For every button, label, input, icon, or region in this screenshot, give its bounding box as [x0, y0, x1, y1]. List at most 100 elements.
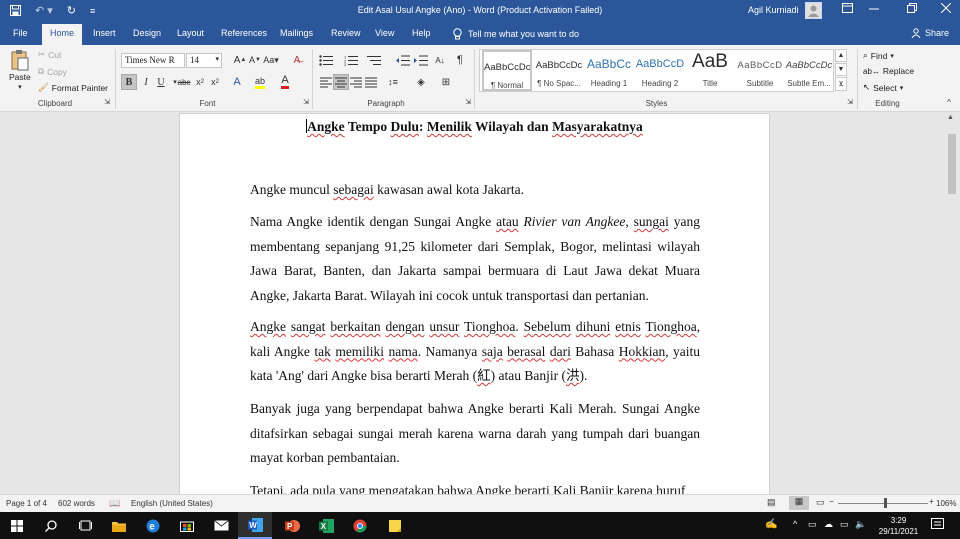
format-painter-button[interactable]: 🖌 Format Painter — [38, 82, 108, 93]
tab-view[interactable]: View — [375, 28, 394, 38]
notifications-icon[interactable] — [931, 518, 944, 533]
tab-design[interactable]: Design — [133, 28, 161, 38]
line-spacing-icon[interactable]: ↕≡ — [385, 74, 401, 90]
scrollbar-thumb[interactable] — [948, 134, 956, 194]
shrink-font-icon[interactable]: A ▼ — [247, 52, 263, 68]
replace-button[interactable]: ab↔ Replace — [863, 66, 914, 76]
subscript-button[interactable]: x2 — [192, 74, 208, 90]
paragraph-5[interactable]: Tetapi, ada pula yang mengatakan bahwa A… — [250, 479, 700, 494]
web-layout-icon[interactable]: ▭ — [816, 497, 825, 508]
paste-button[interactable]: Paste ▾ — [9, 49, 31, 91]
tab-mailings[interactable]: Mailings — [280, 28, 313, 38]
pilcrow-icon[interactable]: ¶ — [452, 52, 468, 68]
font-size-select[interactable]: 14 ▾ — [186, 53, 222, 68]
ribbon-display-options-icon[interactable] — [837, 3, 857, 19]
highlight-icon[interactable]: ab — [252, 74, 268, 90]
mail-icon[interactable] — [204, 512, 238, 539]
numbering-icon[interactable]: 123 — [343, 52, 359, 68]
document-page[interactable]: Angke Tempo Dulu: Menilik Wilayah dan Ma… — [179, 113, 770, 494]
word-count[interactable]: 602 words — [58, 499, 95, 508]
language[interactable]: English (United States) — [131, 499, 213, 508]
page-count[interactable]: Page 1 of 4 — [6, 499, 47, 508]
font-launcher-icon[interactable]: ⇲ — [301, 97, 311, 107]
paragraph-launcher-icon[interactable]: ⇲ — [463, 97, 473, 107]
change-case-icon[interactable]: Aa▾ — [263, 52, 279, 68]
strikethrough-button[interactable]: abc — [176, 74, 192, 90]
read-mode-icon[interactable]: ▤ — [767, 497, 776, 508]
vertical-scrollbar[interactable]: ▲ — [943, 112, 960, 494]
style-no-spacing[interactable]: AaBbCcDc ¶ No Spac... — [534, 50, 584, 91]
tell-me-box[interactable]: Tell me what you want to do — [453, 28, 579, 40]
user-name[interactable]: Agil Kurniadi — [748, 5, 799, 15]
styles-scroll-down-icon[interactable]: ▼ — [835, 63, 847, 76]
word-taskbar-icon[interactable]: W — [238, 512, 272, 539]
sort-icon[interactable]: A↓ — [432, 52, 448, 68]
file-explorer-icon[interactable] — [102, 512, 136, 539]
collapse-ribbon-icon[interactable]: ^ — [944, 97, 954, 107]
paragraph-4[interactable]: Banyak juga yang berpendapat bahwa Angke… — [250, 397, 700, 471]
store-icon[interactable] — [170, 512, 204, 539]
align-left-icon[interactable] — [318, 74, 334, 90]
style-heading-2[interactable]: AaBbCcD Heading 2 — [635, 50, 685, 91]
align-right-icon[interactable] — [348, 74, 364, 90]
task-view-icon[interactable] — [68, 512, 102, 539]
italic-button[interactable]: I — [138, 74, 154, 90]
powerpoint-icon[interactable]: P — [275, 512, 309, 539]
network-icon[interactable]: ▭ — [840, 519, 849, 530]
justify-icon[interactable] — [363, 74, 379, 90]
pen-icon[interactable]: ✍ — [765, 519, 777, 530]
tab-layout[interactable]: Layout — [177, 28, 204, 38]
onedrive-cloud-icon[interactable]: ☁ — [824, 519, 833, 530]
tab-home[interactable]: Home — [42, 24, 83, 45]
cut-button[interactable]: ✂ Cut — [38, 49, 61, 60]
zoom-slider-thumb[interactable] — [884, 498, 887, 508]
avatar[interactable] — [805, 2, 822, 19]
windows-start-icon[interactable] — [0, 512, 34, 539]
tab-review[interactable]: Review — [331, 28, 361, 38]
grow-font-icon[interactable]: A ▲ — [232, 52, 248, 68]
zoom-slider[interactable] — [838, 503, 928, 504]
tab-file[interactable]: File — [13, 28, 28, 38]
style-normal[interactable]: AaBbCcDc ¶ Normal — [482, 50, 532, 91]
text-effects-icon[interactable]: A — [229, 74, 245, 90]
styles-more-icon[interactable]: ⊻ — [835, 77, 847, 91]
font-color-icon[interactable]: A — [277, 74, 293, 90]
decrease-indent-icon[interactable] — [395, 52, 411, 68]
share-button[interactable]: Share — [911, 28, 949, 38]
styles-launcher-icon[interactable]: ⇲ — [845, 97, 855, 107]
style-heading-1[interactable]: AaBbCc Heading 1 — [584, 50, 634, 91]
search-icon[interactable] — [34, 512, 68, 539]
superscript-button[interactable]: x2 — [207, 74, 223, 90]
copy-button[interactable]: ⧉ Copy — [38, 66, 67, 77]
select-button[interactable]: ↖ Select ▾ — [863, 82, 903, 93]
multilevel-list-icon[interactable] — [366, 52, 382, 68]
bullets-icon[interactable] — [318, 52, 334, 68]
volume-icon[interactable]: 🔈 — [855, 519, 866, 530]
proofing-icon[interactable]: 📖 — [109, 498, 120, 509]
close-icon[interactable] — [936, 2, 956, 19]
find-button[interactable]: ⌕ Find ▾ — [863, 50, 894, 61]
restore-icon[interactable] — [902, 3, 922, 19]
scroll-up-icon[interactable]: ▲ — [947, 114, 954, 121]
chrome-icon[interactable] — [343, 512, 377, 539]
paragraph-1[interactable]: Angke muncul sebagai kawasan awal kota J… — [250, 178, 700, 203]
align-center-icon[interactable] — [333, 74, 349, 90]
zoom-level[interactable]: 106% — [936, 499, 956, 508]
chevron-up-icon[interactable]: ^ — [793, 519, 797, 529]
paragraph-2[interactable]: Nama Angke identik dengan Sungai Angke a… — [250, 210, 700, 308]
style-title[interactable]: AaB Title — [685, 50, 735, 91]
paragraph-3[interactable]: Angke sangat berkaitan dengan unsur Tion… — [250, 315, 700, 389]
font-family-select[interactable]: Times New R — [121, 53, 185, 68]
excel-icon[interactable]: X — [309, 512, 343, 539]
shading-icon[interactable]: ◈ — [413, 74, 429, 90]
clock[interactable]: 3:29 29/11/2021 — [876, 515, 921, 537]
borders-icon[interactable]: ⊞ — [438, 74, 454, 90]
sticky-notes-icon[interactable] — [378, 512, 412, 539]
zoom-in-icon[interactable]: + — [929, 497, 934, 506]
style-subtitle[interactable]: AaBbCcD Subtitle — [735, 50, 785, 91]
battery-icon[interactable]: ▭ — [808, 519, 817, 530]
edge-icon[interactable]: e — [136, 512, 170, 539]
zoom-out-icon[interactable]: − — [829, 497, 834, 506]
print-layout-icon[interactable]: ▦ — [789, 496, 809, 510]
tab-references[interactable]: References — [221, 28, 267, 38]
